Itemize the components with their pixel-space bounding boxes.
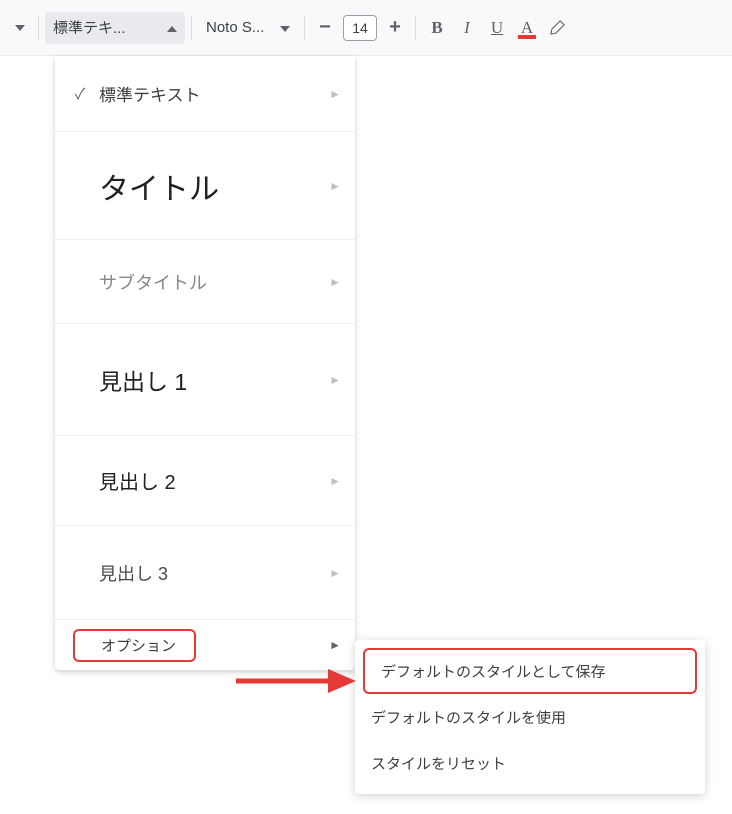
text-color-button[interactable]: A (512, 13, 542, 43)
submenu-use-default-style[interactable]: デフォルトのスタイルを使用 (355, 694, 705, 740)
annotation-arrow-icon (232, 666, 356, 696)
chevron-right-icon: ► (329, 638, 341, 652)
chevron-right-icon: ► (329, 474, 341, 488)
toolbar: 標準テキ... Noto S... − + B I U A (0, 0, 732, 56)
style-label: 見出し 3 (91, 560, 329, 586)
more-dropdown[interactable] (8, 14, 32, 42)
underline-button[interactable]: U (482, 13, 512, 43)
submenu-label: デフォルトのスタイルとして保存 (381, 661, 606, 682)
options-submenu: デフォルトのスタイルとして保存 デフォルトのスタイルを使用 スタイルをリセット (355, 640, 705, 794)
highlight-button[interactable] (542, 13, 572, 43)
font-family-dropdown[interactable]: Noto S... (198, 12, 298, 44)
submenu-label: デフォルトのスタイルを使用 (371, 707, 566, 728)
font-family-label: Noto S... (206, 19, 264, 36)
text-style-label: 標準テキ... (53, 17, 126, 38)
text-style-dropdown[interactable]: 標準テキ... (45, 12, 185, 44)
check-icon: ✓ (69, 83, 91, 104)
style-label: タイトル (91, 164, 329, 208)
font-size-group: − + (311, 14, 409, 42)
style-item-heading-1[interactable]: 見出し 1 ► (55, 324, 355, 436)
decrease-font-size-button[interactable]: − (311, 14, 339, 42)
style-item-options[interactable]: オプション ► (55, 620, 355, 670)
chevron-right-icon: ► (329, 179, 341, 193)
chevron-right-icon: ► (329, 373, 341, 387)
style-label: 見出し 1 (91, 363, 329, 397)
submenu-save-default-style[interactable]: デフォルトのスタイルとして保存 (363, 648, 697, 694)
divider (38, 16, 39, 40)
bold-button[interactable]: B (422, 13, 452, 43)
divider (191, 16, 192, 40)
caret-up-icon (167, 19, 177, 37)
font-size-input[interactable] (343, 15, 377, 41)
style-item-title[interactable]: タイトル ► (55, 132, 355, 240)
chevron-right-icon: ► (329, 566, 341, 580)
text-color-swatch (518, 35, 536, 39)
style-label: 見出し 2 (91, 466, 329, 495)
italic-button[interactable]: I (452, 13, 482, 43)
chevron-right-icon: ► (329, 275, 341, 289)
divider (415, 16, 416, 40)
style-item-heading-3[interactable]: 見出し 3 ► (55, 526, 355, 620)
style-label: 標準テキスト (91, 81, 329, 106)
submenu-reset-style[interactable]: スタイルをリセット (355, 740, 705, 786)
chevron-right-icon: ► (329, 87, 341, 101)
style-item-heading-2[interactable]: 見出し 2 ► (55, 436, 355, 526)
text-styles-menu: ✓ 標準テキスト ► タイトル ► サブタイトル ► 見出し 1 ► 見出し 2… (55, 56, 355, 670)
divider (304, 16, 305, 40)
increase-font-size-button[interactable]: + (381, 14, 409, 42)
style-item-normal-text[interactable]: ✓ 標準テキスト ► (55, 56, 355, 132)
submenu-label: スタイルをリセット (371, 753, 506, 774)
options-label-highlighted: オプション (73, 629, 196, 662)
caret-down-icon (280, 19, 290, 37)
style-item-subtitle[interactable]: サブタイトル ► (55, 240, 355, 324)
style-label: サブタイトル (91, 269, 329, 295)
